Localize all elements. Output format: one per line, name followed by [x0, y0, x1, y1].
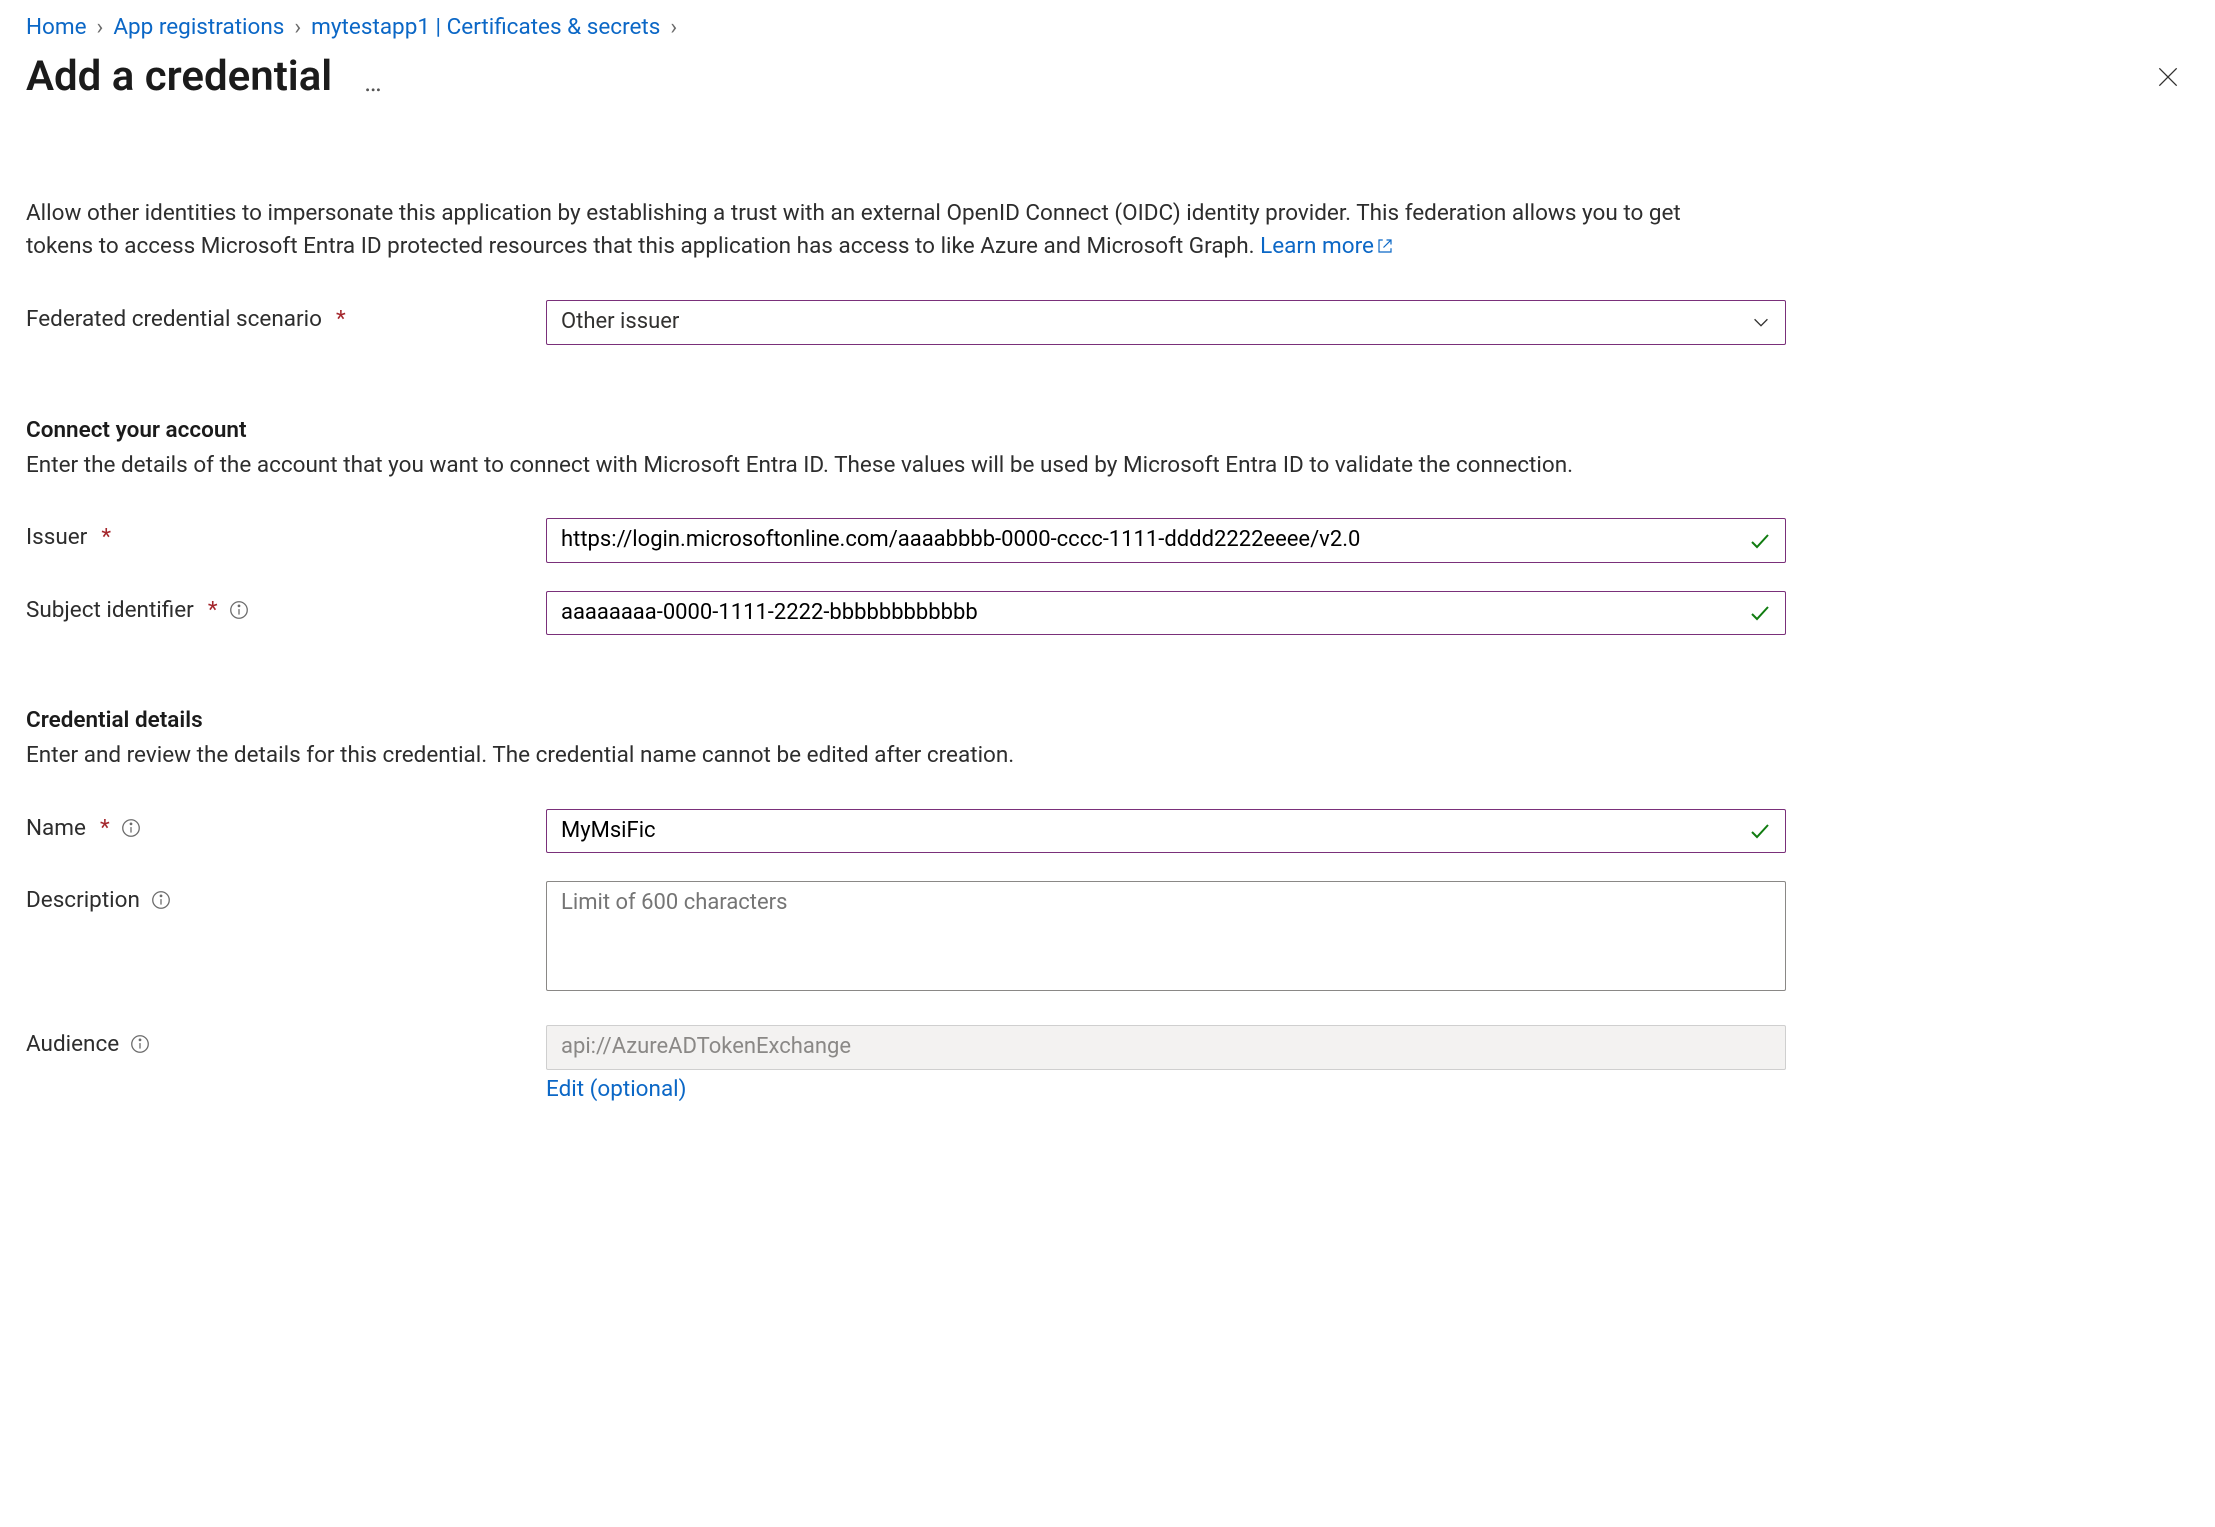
breadcrumb-separator: ›	[294, 14, 301, 40]
title-row: Add a credential …	[26, 52, 2189, 101]
page-title: Add a credential	[26, 52, 332, 101]
info-icon[interactable]	[120, 817, 142, 839]
scenario-value: Other issuer	[546, 300, 1786, 344]
subject-label: Subject identifier	[26, 597, 194, 623]
close-icon	[2155, 64, 2181, 90]
intro-body: Allow other identities to impersonate th…	[26, 200, 1681, 259]
scenario-label: Federated credential scenario	[26, 306, 322, 332]
connect-heading: Connect your account	[26, 417, 2189, 443]
issuer-input[interactable]	[546, 518, 1786, 562]
edit-audience-link[interactable]: Edit (optional)	[546, 1076, 686, 1102]
required-marker: *	[336, 306, 346, 332]
info-icon[interactable]	[228, 599, 250, 621]
required-marker: *	[100, 815, 110, 841]
audience-label: Audience	[26, 1031, 119, 1057]
required-marker: *	[208, 597, 218, 623]
learn-more-link[interactable]: Learn more	[1260, 233, 1394, 259]
breadcrumb-home[interactable]: Home	[26, 14, 87, 40]
close-button[interactable]	[2147, 56, 2189, 98]
breadcrumb-certificates-secrets[interactable]: mytestapp1 | Certificates & secrets	[311, 14, 660, 40]
audience-input	[546, 1025, 1786, 1069]
breadcrumb-app-registrations[interactable]: App registrations	[113, 14, 284, 40]
learn-more-label: Learn more	[1260, 233, 1374, 259]
name-label: Name	[26, 815, 86, 841]
scenario-select[interactable]: Other issuer	[546, 300, 1786, 344]
description-input[interactable]	[546, 881, 1786, 991]
credential-details-heading: Credential details	[26, 707, 2189, 733]
subject-identifier-input[interactable]	[546, 591, 1786, 635]
issuer-label: Issuer	[26, 524, 87, 550]
external-link-icon	[1376, 232, 1394, 265]
name-input[interactable]	[546, 809, 1786, 853]
breadcrumb: Home › App registrations › mytestapp1 | …	[26, 14, 2189, 40]
breadcrumb-separator: ›	[97, 14, 104, 40]
description-label: Description	[26, 887, 140, 913]
info-icon[interactable]	[150, 889, 172, 911]
intro-text: Allow other identities to impersonate th…	[26, 197, 1706, 264]
breadcrumb-separator: ›	[670, 14, 677, 40]
more-actions-button[interactable]: …	[364, 68, 383, 98]
required-marker: *	[101, 524, 111, 550]
connect-description: Enter the details of the account that yo…	[26, 449, 1706, 483]
info-icon[interactable]	[129, 1033, 151, 1055]
credential-details-description: Enter and review the details for this cr…	[26, 739, 1706, 773]
